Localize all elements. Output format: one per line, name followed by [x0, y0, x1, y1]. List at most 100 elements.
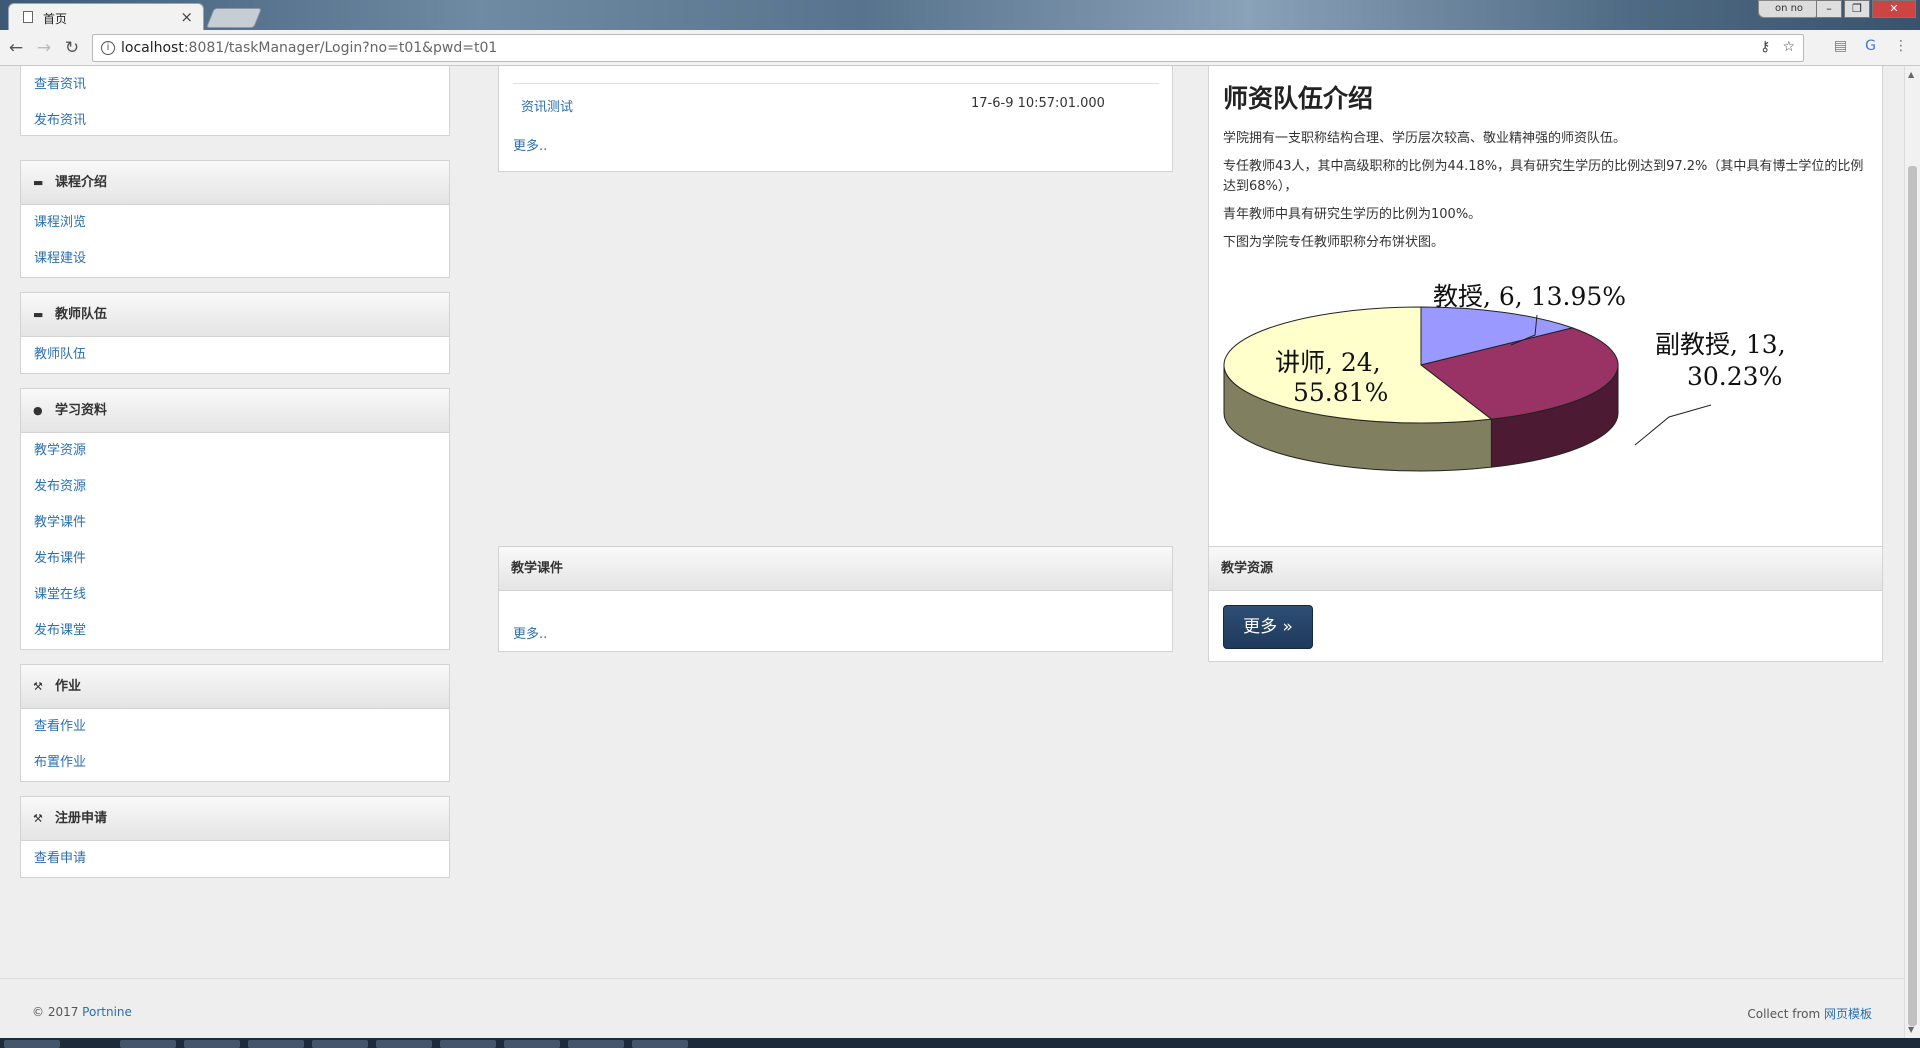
start-button[interactable] — [4, 1040, 60, 1048]
url-text: localhost:8081/taskManager/Login?no=t01&… — [121, 40, 498, 56]
sidebar-item-course-browse[interactable]: 课程浏览 — [21, 205, 449, 241]
table-row: 资讯测试 17-6-9 10:57:01.000 — [513, 83, 1159, 121]
address-bar[interactable]: i localhost:8081/taskManager/Login?no=t0… — [92, 34, 1804, 62]
page-scrollbar[interactable]: ▲ ▼ — [1904, 66, 1920, 1038]
tab-home[interactable]: 首页 × — [8, 3, 204, 30]
taskbar-item[interactable] — [440, 1040, 496, 1048]
sidebar-section-course: ▬ 课程介绍 课程浏览 课程建设 — [20, 160, 450, 278]
sidebar-section-homework: ⚒ 作业 查看作业 布置作业 — [20, 664, 450, 782]
sidebar-item-resources[interactable]: 教学资源 — [21, 433, 449, 469]
section-header[interactable]: ▬ 教师队伍 — [21, 293, 449, 337]
taskbar-item[interactable] — [312, 1040, 368, 1048]
page-content: 查看资讯 发布资讯 ▬ 课程介绍 课程浏览 课程建设 ▬ 教师队伍 教师队伍 ● 学习… — [0, 66, 1904, 1038]
sidebar-section-materials: ● 学习资料 教学资源 发布资源 教学课件 发布课件 课堂在线 发布课堂 — [20, 388, 450, 650]
taskbar-item[interactable] — [120, 1040, 176, 1048]
sidebar-section-teachers: ▬ 教师队伍 教师队伍 — [20, 292, 450, 374]
extension-icons: ▤ G ⋮ — [1834, 38, 1908, 54]
forward-icon[interactable]: → — [34, 38, 54, 58]
pie-chart-svg: 教授, 6, 13.95% 副教授, 13, 30.23% 讲师, 24,55.81% — [1223, 282, 1786, 472]
omnibox-actions: ⚷ ☆ — [1760, 39, 1795, 55]
sidebar-item-course-build[interactable]: 课程建设 — [21, 241, 449, 277]
sidebar-item-view-homework[interactable]: 查看作业 — [21, 709, 449, 745]
courseware-header: 教学课件 — [499, 547, 1172, 591]
pie-label-lecturer-line2: 55.81% — [1293, 378, 1388, 407]
close-window-button[interactable]: ✕ — [1872, 0, 1916, 18]
tab-close-icon[interactable]: × — [180, 8, 193, 26]
scroll-up-icon[interactable]: ▲ — [1908, 70, 1914, 79]
browser-chrome: 首页 × on no – ❐ ✕ ← → ↻ i localhost:8081/… — [0, 0, 1920, 66]
taskbar-item[interactable] — [568, 1040, 624, 1048]
sidebar-news-panel: 查看资讯 发布资讯 — [20, 66, 450, 136]
section-header[interactable]: ▬ 课程介绍 — [21, 161, 449, 205]
footer: © 2017 Portnine Collect from 网页模板 — [0, 978, 1904, 1038]
resource-more-button[interactable]: 更多 » — [1223, 605, 1313, 649]
section-header[interactable]: ● 学习资料 — [21, 389, 449, 433]
reader-icon[interactable]: ▤ — [1834, 38, 1847, 54]
taskbar-item[interactable] — [376, 1040, 432, 1048]
briefcase-icon: ▬ — [33, 176, 44, 189]
reload-icon[interactable]: ↻ — [62, 38, 82, 58]
sidebar-item-publish-courseware[interactable]: 发布课件 — [21, 541, 449, 577]
resource-header: 教学资源 — [1209, 547, 1882, 591]
taskbar-item[interactable] — [504, 1040, 560, 1048]
teachers-paragraph-3: 青年教师中具有研究生学历的比例为100%。 — [1223, 207, 1482, 222]
teachers-paragraph-2: 专任教师43人，其中高级职称的比例为44.18%，具有研究生学历的比例达到97.… — [1223, 159, 1864, 194]
sidebar-item-class-online[interactable]: 课堂在线 — [21, 577, 449, 613]
translate-icon[interactable]: G — [1865, 38, 1876, 54]
resource-panel: 教学资源 更多 » — [1208, 546, 1883, 662]
teachers-heading: 师资队伍介绍 — [1223, 84, 1374, 113]
back-icon[interactable]: ← — [6, 38, 26, 58]
sidebar-item-view-news[interactable]: 查看资讯 — [21, 67, 449, 103]
sidebar-item-assign-homework[interactable]: 布置作业 — [21, 745, 449, 781]
os-taskbar — [0, 1038, 1920, 1048]
portnine-link[interactable]: Portnine — [82, 1005, 132, 1019]
browser-toolbar: ← → ↻ i localhost:8081/taskManager/Login… — [0, 30, 1920, 66]
sidebar-item-courseware[interactable]: 教学课件 — [21, 505, 449, 541]
section-header[interactable]: ⚒ 注册申请 — [21, 797, 449, 841]
section-header[interactable]: ⚒ 作业 — [21, 665, 449, 709]
pie-label-assoc-line2: 30.23% — [1687, 362, 1782, 391]
page-icon — [23, 11, 33, 23]
gavel-icon: ⚒ — [33, 680, 43, 693]
courseware-panel: 教学课件 更多.. — [498, 546, 1173, 652]
teachers-intro-panel: 师资队伍介绍 学院拥有一支职称结构合理、学历层次较高、敬业精神强的师资队伍。 专… — [1208, 66, 1883, 597]
maximize-button[interactable]: ❐ — [1844, 0, 1870, 18]
taskbar-item[interactable] — [248, 1040, 304, 1048]
profile-button[interactable]: on no — [1758, 0, 1820, 18]
pie-label-assoc-line1: 副教授, 13, — [1655, 330, 1786, 359]
pie-label-professor: 教授, 6, 13.95% — [1433, 282, 1626, 311]
copyright: © 2017 Portnine — [32, 1005, 132, 1019]
key-icon[interactable]: ⚷ — [1760, 39, 1770, 55]
exclamation-icon: ● — [33, 404, 43, 417]
courseware-more-link[interactable]: 更多.. — [513, 623, 547, 642]
scroll-thumb[interactable] — [1908, 166, 1917, 1026]
bookmark-star-icon[interactable]: ☆ — [1782, 39, 1795, 55]
minimize-button[interactable]: – — [1816, 0, 1842, 18]
template-link[interactable]: 网页模板 — [1824, 1007, 1872, 1021]
news-more-link[interactable]: 更多.. — [513, 135, 547, 154]
sidebar-item-publish-class[interactable]: 发布课堂 — [21, 613, 449, 649]
scroll-down-icon[interactable]: ▼ — [1908, 1025, 1914, 1034]
teachers-paragraph-4: 下图为学院专任教师职称分布饼状图。 — [1223, 235, 1445, 250]
tab-title: 首页 — [43, 12, 68, 26]
teachers-paragraph-1: 学院拥有一支职称结构合理、学历层次较高、敬业精神强的师资队伍。 — [1223, 131, 1627, 146]
briefcase-icon: ▬ — [33, 308, 44, 321]
sidebar-item-publish-resource[interactable]: 发布资源 — [21, 469, 449, 505]
news-panel: 资讯测试 17-6-9 10:57:01.000 更多.. — [498, 66, 1173, 172]
info-icon[interactable]: i — [101, 41, 115, 55]
taskbar-item[interactable] — [632, 1040, 688, 1048]
collect-from: Collect from 网页模板 — [1747, 1007, 1872, 1021]
window-controls: – ❐ ✕ — [1816, 0, 1916, 20]
leader-line-assoc — [1634, 404, 1712, 446]
tab-strip: 首页 × on no – ❐ ✕ — [0, 0, 1920, 30]
new-tab-button[interactable] — [205, 8, 263, 28]
menu-icon[interactable]: ⋮ — [1894, 38, 1908, 54]
sidebar-item-publish-news[interactable]: 发布资讯 — [21, 103, 449, 139]
news-item-link[interactable]: 资讯测试 — [521, 96, 573, 115]
sidebar-section-registration: ⚒ 注册申请 查看申请 — [20, 796, 450, 878]
taskbar-item[interactable] — [184, 1040, 240, 1048]
sidebar-item-view-applications[interactable]: 查看申请 — [21, 841, 449, 877]
title-distribution-chart: 教授, 6, 13.95% 副教授, 13, 30.23% 讲师, 24, 55.81% — [1223, 277, 1843, 577]
news-item-time: 17-6-9 10:57:01.000 — [971, 96, 1105, 111]
sidebar-item-teachers[interactable]: 教师队伍 — [21, 337, 449, 373]
